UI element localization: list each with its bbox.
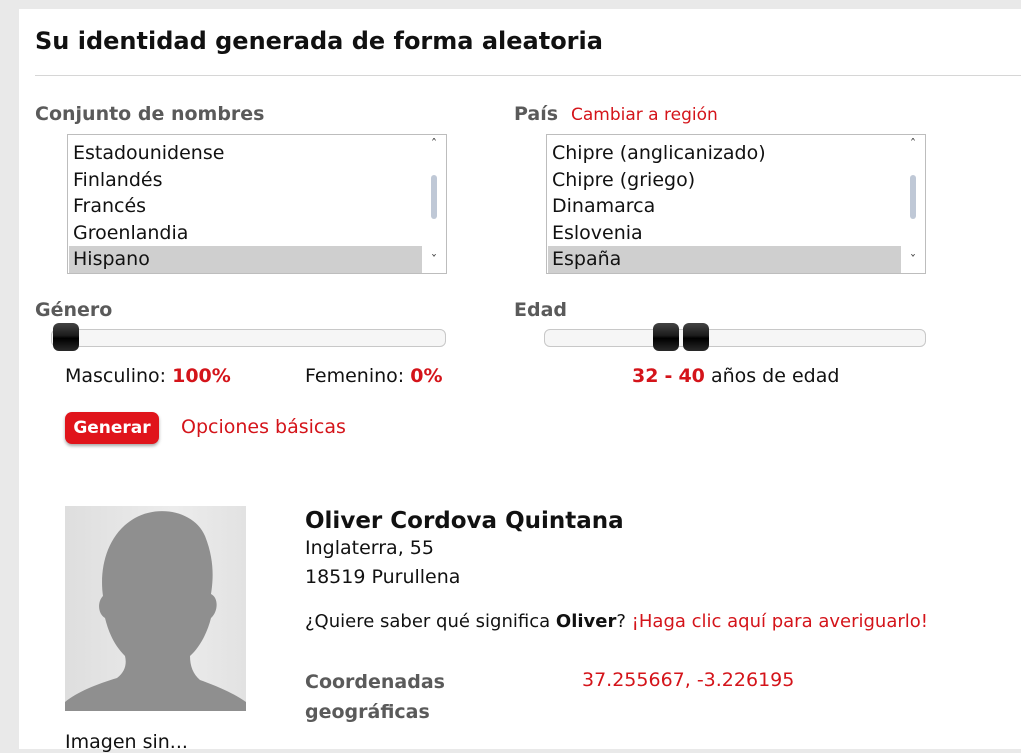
country-scrollbar[interactable]: ˆ ˇ [901,135,925,273]
first-name: Oliver [555,611,617,632]
name-meaning-question: ¿Quiere saber qué significa Oliver? ¡Hag… [305,611,928,632]
age-slider[interactable] [544,323,926,351]
name-set-label: Conjunto de nombres [35,103,265,125]
person-silhouette-icon [65,511,246,711]
country-option[interactable]: Chipre (griego) [548,167,901,194]
name-set-scrollbar[interactable]: ˆ ˇ [422,135,446,273]
name-set-option[interactable]: Groenlandia [69,220,422,247]
male-percentage: Masculino: 100% [65,365,231,387]
age-range: 32 - 40 años de edad [632,365,839,387]
full-name: Oliver Cordova Quintana [305,508,624,534]
scroll-up-icon[interactable]: ˆ [422,139,446,153]
female-label: Femenino: [305,365,405,387]
male-label: Masculino: [65,365,167,387]
scroll-up-icon[interactable]: ˆ [901,139,925,153]
country-option[interactable]: Dinamarca [548,193,901,220]
name-set-listbox[interactable]: Estadounidense Finlandés Francés Groenla… [67,134,447,274]
age-min-value: 32 [632,365,659,387]
age-max-value: 40 [678,365,705,387]
page-title: Su identidad generada de forma aleatoria [35,27,603,55]
age-separator: - [664,365,673,387]
name-set-option[interactable]: Estadounidense [69,140,422,167]
country-option[interactable]: Eslovenia [548,220,901,247]
male-value: 100% [172,365,231,387]
address-line-2: 18519 Purullena [305,566,461,588]
avatar-caption: Imagen sin... [65,731,188,753]
coordinates-label-line-1: Coordenadas [305,671,445,693]
name-set-option[interactable]: Finlandés [69,167,422,194]
meaning-suffix: ? [616,611,626,632]
female-value: 0% [410,365,443,387]
address-line-1: Inglaterra, 55 [305,537,434,559]
meaning-prefix: ¿Quiere saber qué significa [305,611,551,632]
female-percentage: Femenino: 0% [305,365,442,387]
age-label: Edad [514,299,568,321]
scroll-down-icon[interactable]: ˇ [901,255,925,269]
country-option[interactable]: Chipre (anglicanizado) [548,140,901,167]
gender-slider-handle[interactable] [53,323,79,351]
scroll-down-icon[interactable]: ˇ [422,255,446,269]
coordinates-label-line-2: geográficas [305,701,430,723]
title-divider [35,75,1021,76]
age-min-handle[interactable] [653,323,679,351]
coordinates-label: Coordenadas geográficas [305,667,445,727]
name-set-option[interactable]: Francés [69,193,422,220]
name-set-option-selected[interactable]: Hispano [69,246,422,273]
basic-options-link[interactable]: Opciones básicas [181,416,346,438]
scrollbar-thumb[interactable] [431,175,437,219]
country-listbox[interactable]: Chipre (anglicanizado) Chipre (griego) D… [546,134,926,274]
generate-button[interactable]: Generar [65,412,159,444]
age-max-handle[interactable] [683,323,709,351]
identity-panel: Su identidad generada de forma aleatoria… [19,9,1021,753]
gender-label: Género [35,299,113,321]
switch-to-region-link[interactable]: Cambiar a región [571,105,718,125]
country-option-selected[interactable]: España [548,246,901,273]
country-label: País [514,103,559,125]
scrollbar-thumb[interactable] [910,175,916,219]
name-meaning-link[interactable]: ¡Haga clic aquí para averiguarlo! [632,611,928,632]
gender-slider[interactable] [51,323,446,351]
avatar-placeholder [65,506,246,711]
age-suffix: años de edad [710,365,840,387]
coordinates-value-link[interactable]: 37.255667, -3.226195 [582,669,794,691]
